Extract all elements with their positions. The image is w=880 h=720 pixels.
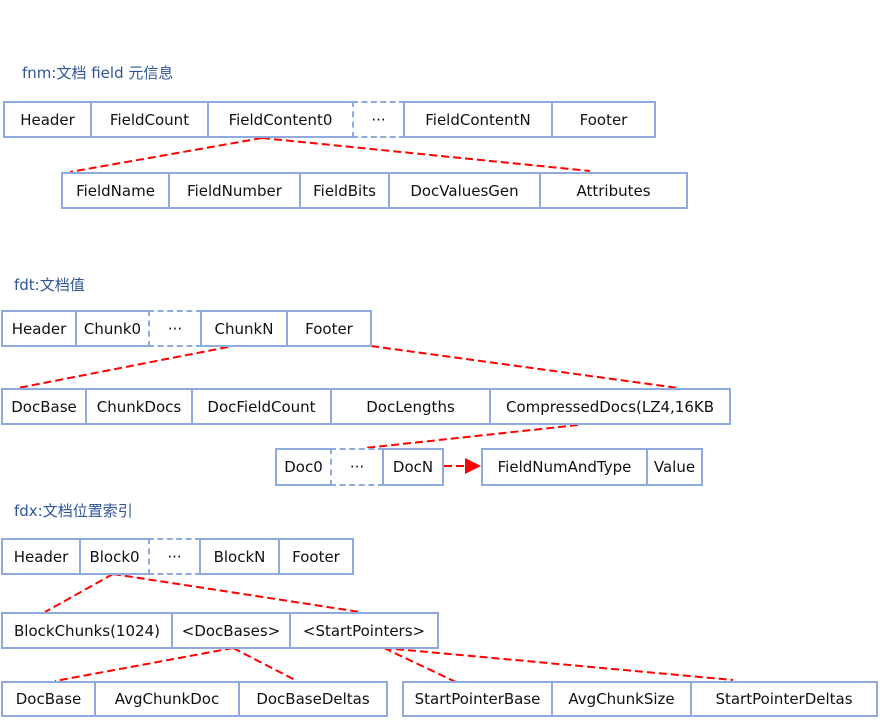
fnm-fieldbits: FieldBits xyxy=(299,172,390,209)
fdx-ellipsis: ··· xyxy=(148,538,201,575)
fdx-avgchunksize: AvgChunkSize xyxy=(551,681,692,717)
fdt-doc0: Doc0 xyxy=(275,448,332,486)
fnm-fieldname: FieldName xyxy=(61,172,170,209)
link-line xyxy=(383,647,734,681)
fdt-value: Value xyxy=(646,448,703,486)
fdt-footer: Footer xyxy=(286,310,372,347)
fdx-startpointerdeltas: StartPointerDeltas xyxy=(690,681,878,717)
link-line xyxy=(54,647,234,682)
fnm-title: fnm:文档 field 元信息 xyxy=(22,64,174,82)
fnm-attributes: Attributes xyxy=(539,172,688,209)
fdt-ellipsis: ··· xyxy=(148,310,202,347)
fdx-startpointerbase: StartPointerBase xyxy=(402,681,553,717)
fdt-docbase: DocBase xyxy=(1,388,87,425)
fdx-block0: Block0 xyxy=(79,538,150,575)
link-line xyxy=(17,346,229,389)
fnm-header: Header xyxy=(3,101,92,138)
fdx-blockchunks: BlockChunks(1024) xyxy=(1,612,173,649)
fdx-title: fdx:文档位置索引 xyxy=(14,502,133,520)
fdx-docbase: DocBase xyxy=(1,681,96,717)
fdx-header: Header xyxy=(1,538,81,575)
fdt-header: Header xyxy=(1,310,77,347)
fdt-chunkn: ChunkN xyxy=(200,310,288,347)
fdt-doc-ellipsis: ··· xyxy=(330,448,384,486)
link-line xyxy=(44,573,114,613)
fdt-chunk0: Chunk0 xyxy=(75,310,150,347)
fdt-title: fdt:文档值 xyxy=(14,276,85,294)
fdx-startpointers: <StartPointers> xyxy=(289,612,439,649)
fdx-avgchunkdoc: AvgChunkDoc xyxy=(94,681,240,717)
link-line xyxy=(261,137,591,172)
link-line xyxy=(112,573,361,613)
fnm-fieldcontent0: FieldContent0 xyxy=(207,101,354,138)
fnm-fieldcount: FieldCount xyxy=(90,101,209,138)
fnm-docvaluesgen: DocValuesGen xyxy=(388,172,541,209)
fnm-fieldcontentn: FieldContentN xyxy=(403,101,553,138)
fdx-blockn: BlockN xyxy=(199,538,280,575)
fdt-chunkdocs: ChunkDocs xyxy=(85,388,193,425)
link-line xyxy=(364,424,579,449)
fnm-footer: Footer xyxy=(551,101,656,138)
fnm-ellipsis: ··· xyxy=(352,101,405,138)
fdt-fieldnumandtype: FieldNumAndType xyxy=(481,448,648,486)
fdt-docn: DocN xyxy=(382,448,444,486)
fnm-fieldnumber: FieldNumber xyxy=(168,172,301,209)
fdx-docbasedeltas: DocBaseDeltas xyxy=(238,681,388,717)
fdx-footer: Footer xyxy=(278,538,354,575)
fdt-doclengths: DocLengths xyxy=(330,388,491,425)
fdt-docfieldcount: DocFieldCount xyxy=(191,388,332,425)
fdx-docbases: <DocBases> xyxy=(171,612,291,649)
link-line xyxy=(370,345,679,389)
fdt-compresseddocs: CompressedDocs(LZ4,16KB xyxy=(489,388,731,425)
link-line xyxy=(232,647,298,682)
link-line xyxy=(69,137,263,173)
